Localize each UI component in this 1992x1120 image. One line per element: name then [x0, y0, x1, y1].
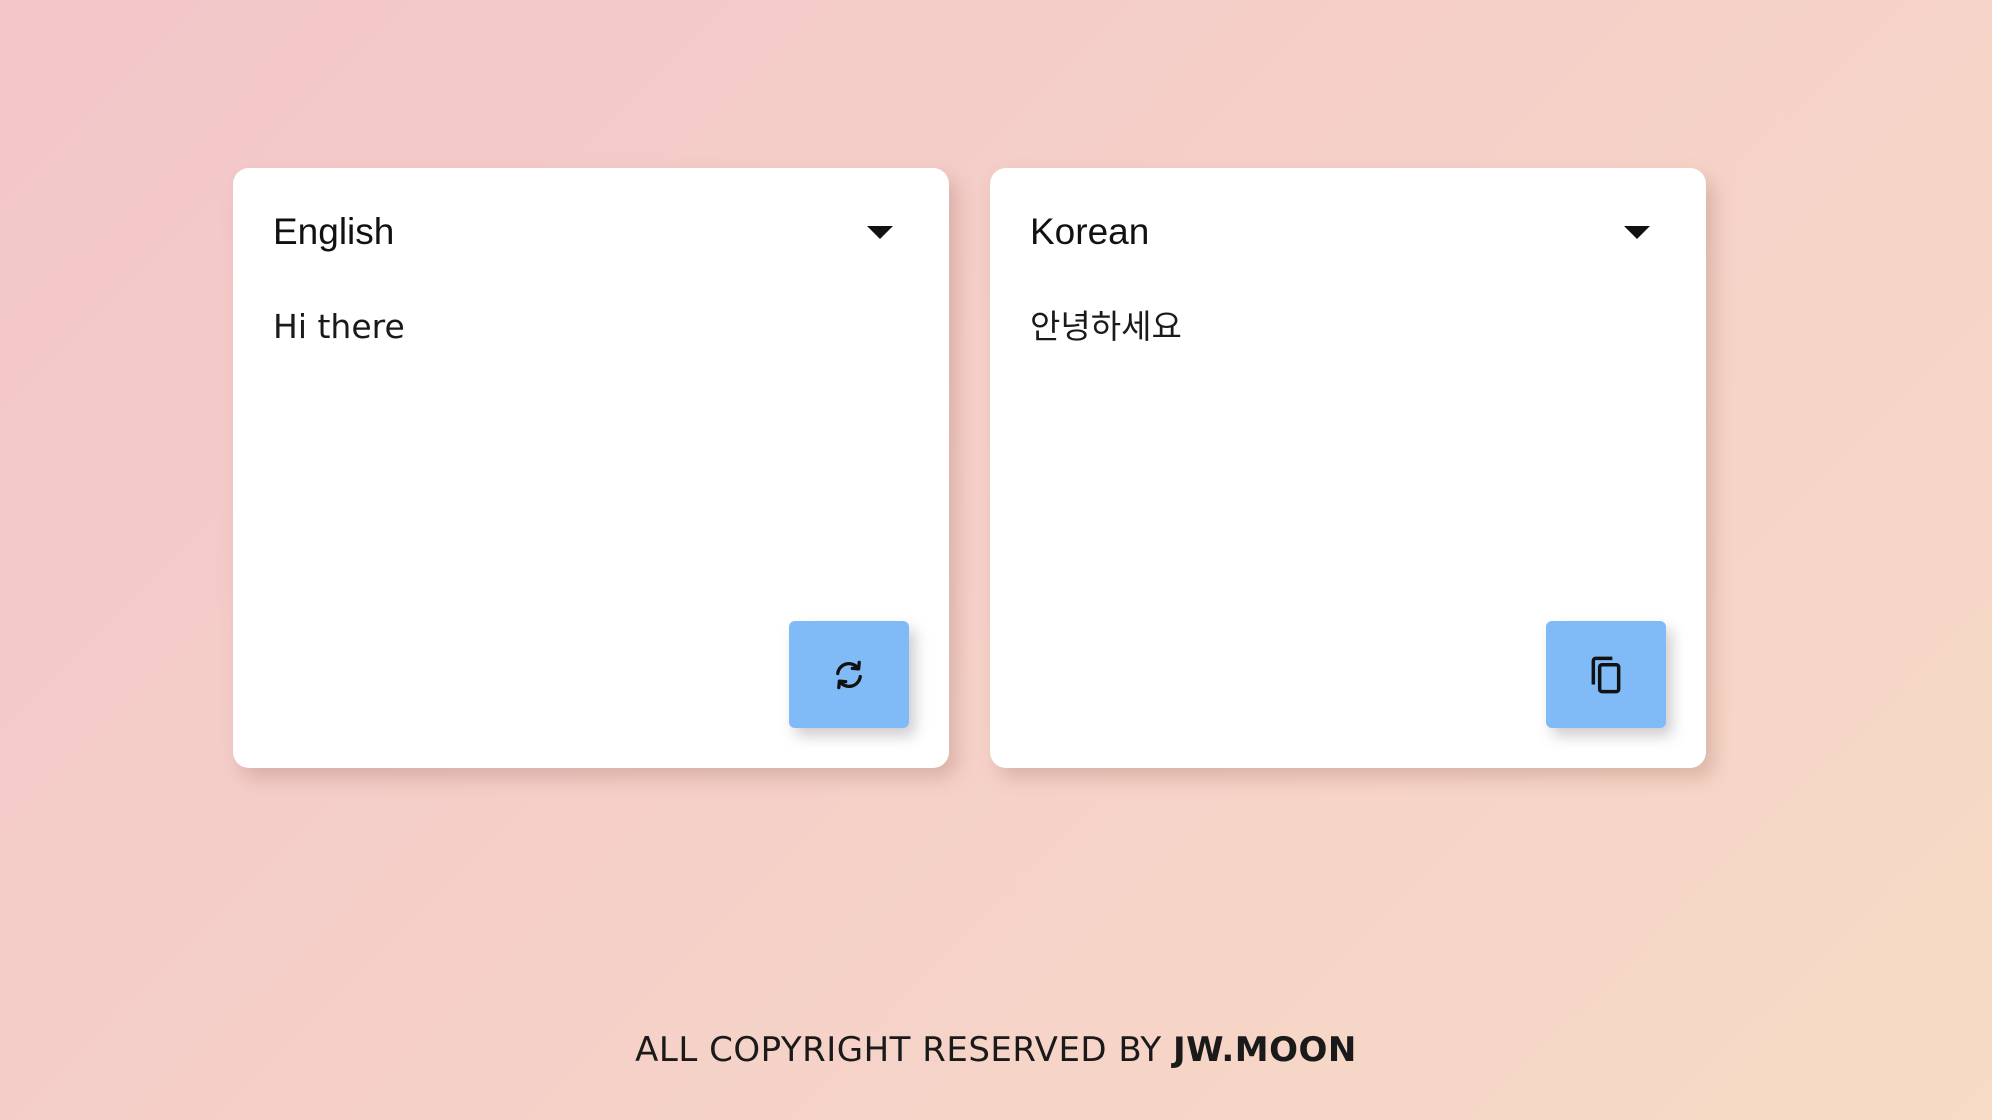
- source-language-label: English: [273, 211, 395, 252]
- target-panel: Korean 안녕하세요: [990, 168, 1706, 768]
- source-panel: English Hi there: [233, 168, 949, 768]
- chevron-down-icon: [867, 225, 893, 239]
- translate-button[interactable]: [789, 621, 909, 728]
- copy-button[interactable]: [1546, 621, 1666, 728]
- refresh-icon: [831, 657, 867, 693]
- footer-copyright: ALL COPYRIGHT RESERVED BY JW.MOON: [0, 1030, 1992, 1070]
- copy-icon: [1587, 654, 1625, 696]
- target-language-label: Korean: [1030, 211, 1150, 252]
- chevron-down-icon: [1624, 225, 1650, 239]
- source-text-input[interactable]: Hi there: [273, 306, 909, 606]
- target-text-output: 안녕하세요: [1030, 307, 1182, 346]
- target-language-select[interactable]: Korean: [1030, 204, 1666, 260]
- footer-prefix: ALL COPYRIGHT RESERVED BY: [635, 1030, 1173, 1070]
- footer-author: JW.MOON: [1172, 1030, 1357, 1070]
- source-language-select[interactable]: English: [273, 204, 909, 260]
